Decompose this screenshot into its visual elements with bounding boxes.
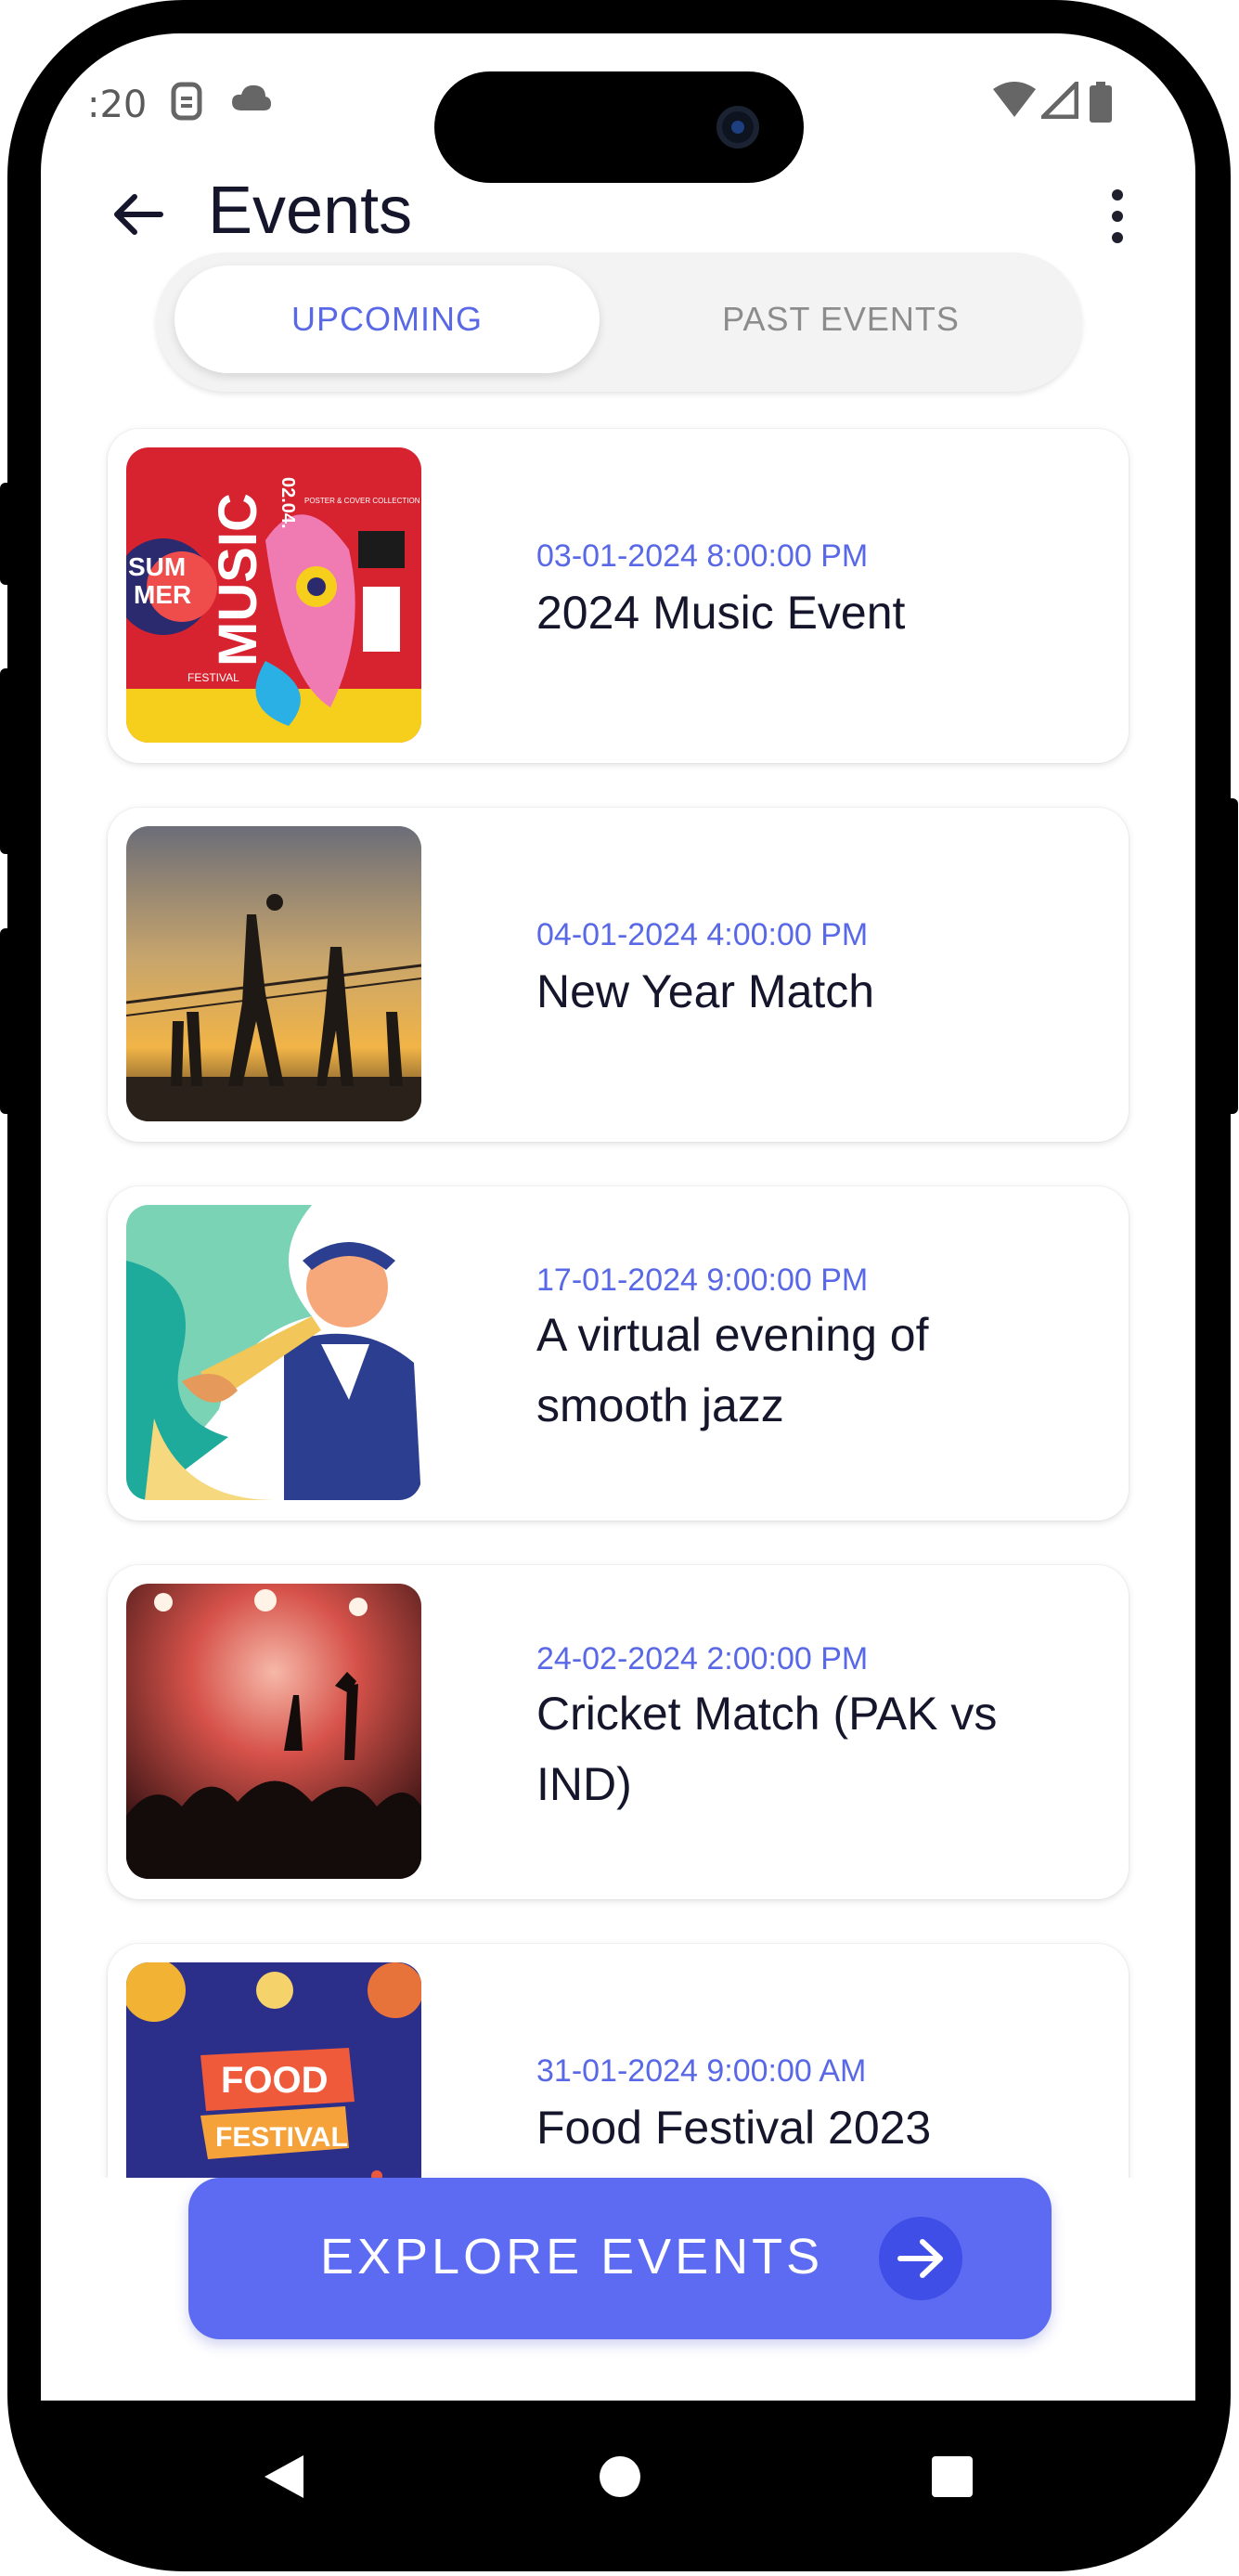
- event-thumbnail-food: FOOD FESTIVAL: [126, 1962, 421, 2178]
- nav-back-button[interactable]: [256, 2449, 312, 2505]
- event-name: A virtual evening of smooth jazz: [536, 1309, 929, 1431]
- phone-frame: :20 Events UPCOMING PAST EVENTS SUM MER …: [0, 0, 1239, 2576]
- nav-home-button[interactable]: [592, 2449, 648, 2505]
- back-button[interactable]: [106, 182, 171, 247]
- events-list[interactable]: SUM MER MUSIC FESTIVAL 02.04. POSTER & C…: [41, 423, 1195, 2178]
- thumb-text: POSTER & COVER COLLECTION: [304, 497, 420, 505]
- volume-down-button: [0, 668, 13, 854]
- signal-icon: [1037, 77, 1079, 125]
- event-date: 17-01-2024 9:00:00 PM: [536, 1262, 869, 1298]
- thumb-text: FOOD: [221, 2060, 329, 2101]
- explore-events-button[interactable]: EXPLORE EVENTS: [188, 2178, 1052, 2339]
- event-card[interactable]: SUM MER MUSIC FESTIVAL 02.04. POSTER & C…: [108, 429, 1129, 763]
- volume-up-button: [0, 483, 13, 585]
- event-card[interactable]: 04-01-2024 4:00:00 PM New Year Match: [108, 808, 1129, 1142]
- event-thumbnail-jazz: [126, 1205, 421, 1500]
- event-name: Food Festival 2023: [536, 2102, 932, 2154]
- thumb-text: 02.04.: [277, 477, 298, 529]
- event-date: 31-01-2024 9:00:00 AM: [536, 2053, 867, 2089]
- status-time: :20: [87, 84, 148, 126]
- event-date: 03-01-2024 8:00:00 PM: [536, 538, 869, 574]
- menu-dot: [1112, 211, 1123, 222]
- thumb-text: MER: [134, 580, 191, 609]
- front-camera: [716, 106, 759, 149]
- tab-upcoming[interactable]: UPCOMING: [174, 265, 600, 373]
- event-name: 2024 Music Event: [536, 587, 906, 639]
- explore-events-label: EXPLORE EVENTS: [320, 2229, 824, 2285]
- more-options-button[interactable]: [1099, 184, 1136, 249]
- event-card[interactable]: 17-01-2024 9:00:00 PM A virtual evening …: [108, 1186, 1129, 1521]
- dynamic-island: [434, 71, 804, 183]
- event-date: 24-02-2024 2:00:00 PM: [536, 1641, 869, 1676]
- app-screen: :20 Events UPCOMING PAST EVENTS SUM MER …: [41, 33, 1195, 2401]
- thumb-text: FESTIVAL: [215, 2122, 348, 2153]
- more-vertical-icon: [1112, 189, 1123, 201]
- tab-past-events[interactable]: PAST EVENTS: [618, 265, 1064, 373]
- recents-square-icon: [932, 2456, 973, 2497]
- nav-recents-button[interactable]: [924, 2449, 980, 2505]
- event-card[interactable]: FOOD FESTIVAL 31-01-2024 9:00:00 AM Food…: [108, 1944, 1129, 2178]
- event-date: 04-01-2024 4:00:00 PM: [536, 917, 869, 952]
- page-title: Events: [208, 174, 413, 248]
- sim-icon: [171, 82, 202, 127]
- event-card[interactable]: 24-02-2024 2:00:00 PM Cricket Match (PAK…: [108, 1565, 1129, 1899]
- wifi-icon: [993, 82, 1036, 125]
- menu-dot: [1112, 232, 1123, 243]
- event-name: New Year Match: [536, 965, 875, 1017]
- event-thumbnail-concert: [126, 1584, 421, 1879]
- system-nav-bar: [0, 2401, 1239, 2576]
- arrow-left-icon: [114, 194, 163, 235]
- power-side-button: [0, 928, 13, 1114]
- event-tabs: UPCOMING PAST EVENTS: [156, 252, 1082, 392]
- thumb-text: SUM: [128, 552, 186, 581]
- event-thumbnail-music: SUM MER MUSIC FESTIVAL 02.04. POSTER & C…: [126, 447, 421, 743]
- thumb-text: MUSIC: [208, 493, 268, 667]
- event-thumbnail-volleyball: [126, 826, 421, 1121]
- arrow-right-icon: [879, 2217, 962, 2300]
- thumb-text: FESTIVAL: [187, 671, 239, 684]
- event-name: Cricket Match (PAK vs IND): [536, 1688, 998, 1810]
- battery-icon: [1090, 82, 1112, 129]
- right-side-button: [1225, 798, 1238, 1114]
- back-triangle-icon: [265, 2455, 303, 2498]
- cloud-icon: [230, 82, 273, 119]
- home-circle-icon: [600, 2456, 640, 2497]
